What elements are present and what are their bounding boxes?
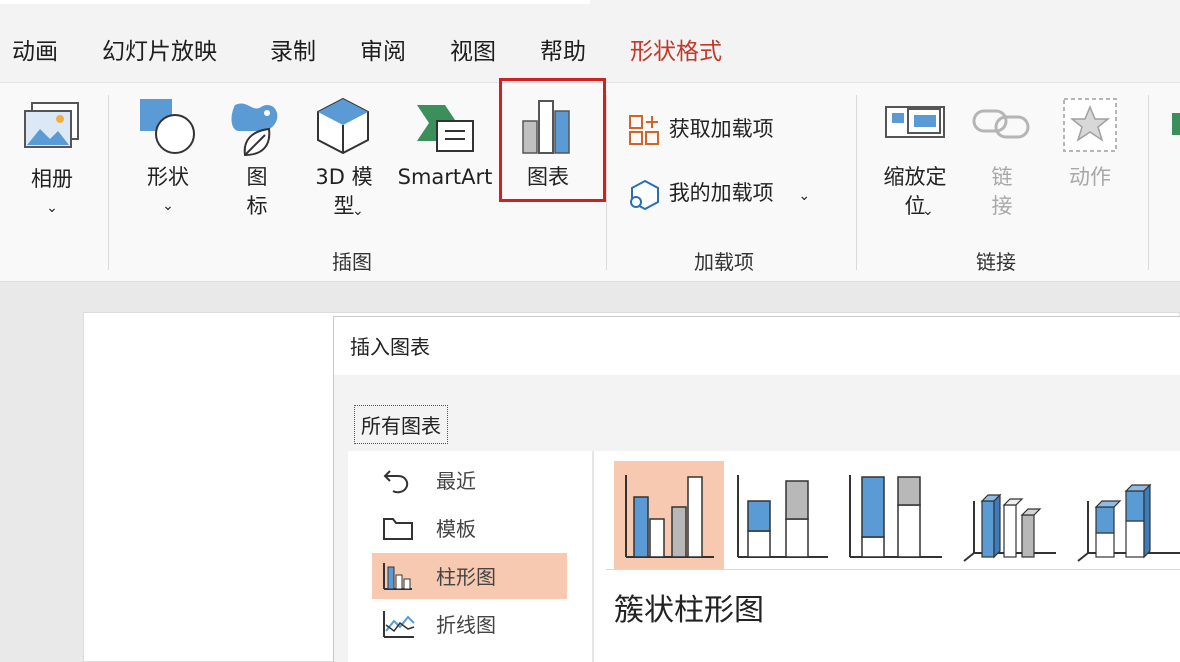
folder-icon [383,518,413,540]
line-chart-icon [383,611,415,638]
tab-animations[interactable]: 动画 [12,32,58,66]
icons-button[interactable]: 图 标 [227,163,287,221]
tab-review[interactable]: 审阅 [360,32,406,66]
addins-group-label: 加载项 [694,250,754,274]
column-chart-icon [383,563,412,590]
3d-clustered-column-icon [963,493,1056,562]
chevron-down-icon: ⌄ [352,203,364,219]
photo-album-button[interactable]: 相册 ⌄ [22,165,82,223]
zoom-icon [885,106,945,138]
shapes-label: 形状 [147,165,189,189]
chevron-down-icon: ⌄ [162,198,174,214]
3d-clustered-column-thumbnail[interactable] [956,461,1066,569]
link-button[interactable]: 链 接 [982,163,1022,221]
photo-album-label: 相册 [31,167,73,191]
zoom-label: 缩放定 位 [883,165,947,218]
get-addins-label: 获取加载项 [668,117,774,141]
tab-shape-format[interactable]: 形状格式 [630,32,722,66]
next-group-icon [1172,113,1180,135]
icons-label: 图 标 [246,165,268,218]
shapes-button[interactable]: 形状 ⌄ [138,163,198,221]
thumbnail-divider [606,569,1180,570]
get-addins-button[interactable]: 获取加载项 [628,113,774,146]
shapes-icon [140,99,195,154]
smartart-icon [417,105,474,152]
title-bar-edge [0,0,590,4]
category-templates[interactable]: 模板 [372,505,567,551]
category-label: 模板 [436,517,476,541]
my-addins-label: 我的加载项 [668,181,774,205]
clustered-column-thumbnail[interactable] [614,461,724,569]
chart-button[interactable]: 图表 [512,163,584,192]
category-label: 最近 [436,469,476,493]
tab-view[interactable]: 视图 [450,32,496,66]
chart-label: 图表 [527,165,569,189]
my-addins-button[interactable]: 我的加载项 ⌄ [628,177,810,211]
zoom-button[interactable]: 缩放定 位 ⌄ [872,163,958,221]
get-addins-icon [629,115,659,145]
action-label: 动作 [1069,165,1111,189]
tab-slideshow[interactable]: 幻灯片放映 [102,32,217,66]
smartart-button[interactable]: SmartArt [393,163,497,192]
category-line[interactable]: 折线图 [372,601,567,647]
icons-icon [231,103,278,157]
illustrations-group-label: 插图 [332,250,372,274]
percent-stacked-column-thumbnail[interactable] [842,461,952,569]
tab-all-charts[interactable]: 所有图表 [354,405,448,444]
ribbon: 相册 ⌄ 形状 ⌄ 图 标 3D 模 型 ⌄ SmartArt 图表 插图 获取… [0,78,1180,282]
3d-models-label: 3D 模 型 [315,165,373,218]
percent-stacked-column-icon [849,475,942,558]
link-icon [972,109,1030,139]
chart-icon [522,100,570,154]
group-separator [856,95,857,270]
insert-chart-dialog: 插入图表 所有图表 最近 模板 柱形图 折线图 簇状柱形图 [333,316,1180,662]
category-recent[interactable]: 最近 [372,457,567,503]
group-separator [1148,95,1149,270]
category-label: 柱形图 [436,565,496,589]
chevron-down-icon[interactable]: ⌄ [798,188,810,204]
action-button[interactable]: 动作 [1058,163,1122,192]
links-group-label: 链接 [976,250,1016,274]
link-label: 链 接 [991,165,1013,218]
clustered-column-icon [625,475,714,558]
chart-picker-panel: 最近 模板 柱形图 折线图 簇状柱形图 [348,451,1180,662]
panel-divider [592,451,594,662]
undo-icon [383,470,409,494]
chart-subtype-name: 簇状柱形图 [614,593,764,628]
chevron-down-icon: ⌄ [922,203,934,219]
smartart-label: SmartArt [397,165,493,189]
my-addins-icon [630,179,659,211]
category-column[interactable]: 柱形图 [372,553,567,599]
3d-stacked-column-thumbnail[interactable] [1070,461,1180,569]
tab-help[interactable]: 帮助 [540,32,586,66]
stacked-column-thumbnail[interactable] [728,461,838,569]
group-separator [108,95,109,270]
action-icon [1063,98,1117,152]
dialog-title: 插入图表 [350,335,430,359]
category-label: 折线图 [436,613,496,637]
3d-stacked-column-icon [1077,483,1180,562]
group-separator [606,95,607,270]
3d-model-icon [317,97,369,155]
dialog-titlebar[interactable]: 插入图表 [334,317,1180,375]
photo-album-icon [24,102,79,148]
tab-record[interactable]: 录制 [270,32,316,66]
chevron-down-icon: ⌄ [46,200,58,216]
menu-bar: 动画 幻灯片放映 录制 审阅 视图 帮助 形状格式 [0,0,1180,82]
3d-models-button[interactable]: 3D 模 型 ⌄ [306,163,382,221]
stacked-column-icon [737,475,828,558]
